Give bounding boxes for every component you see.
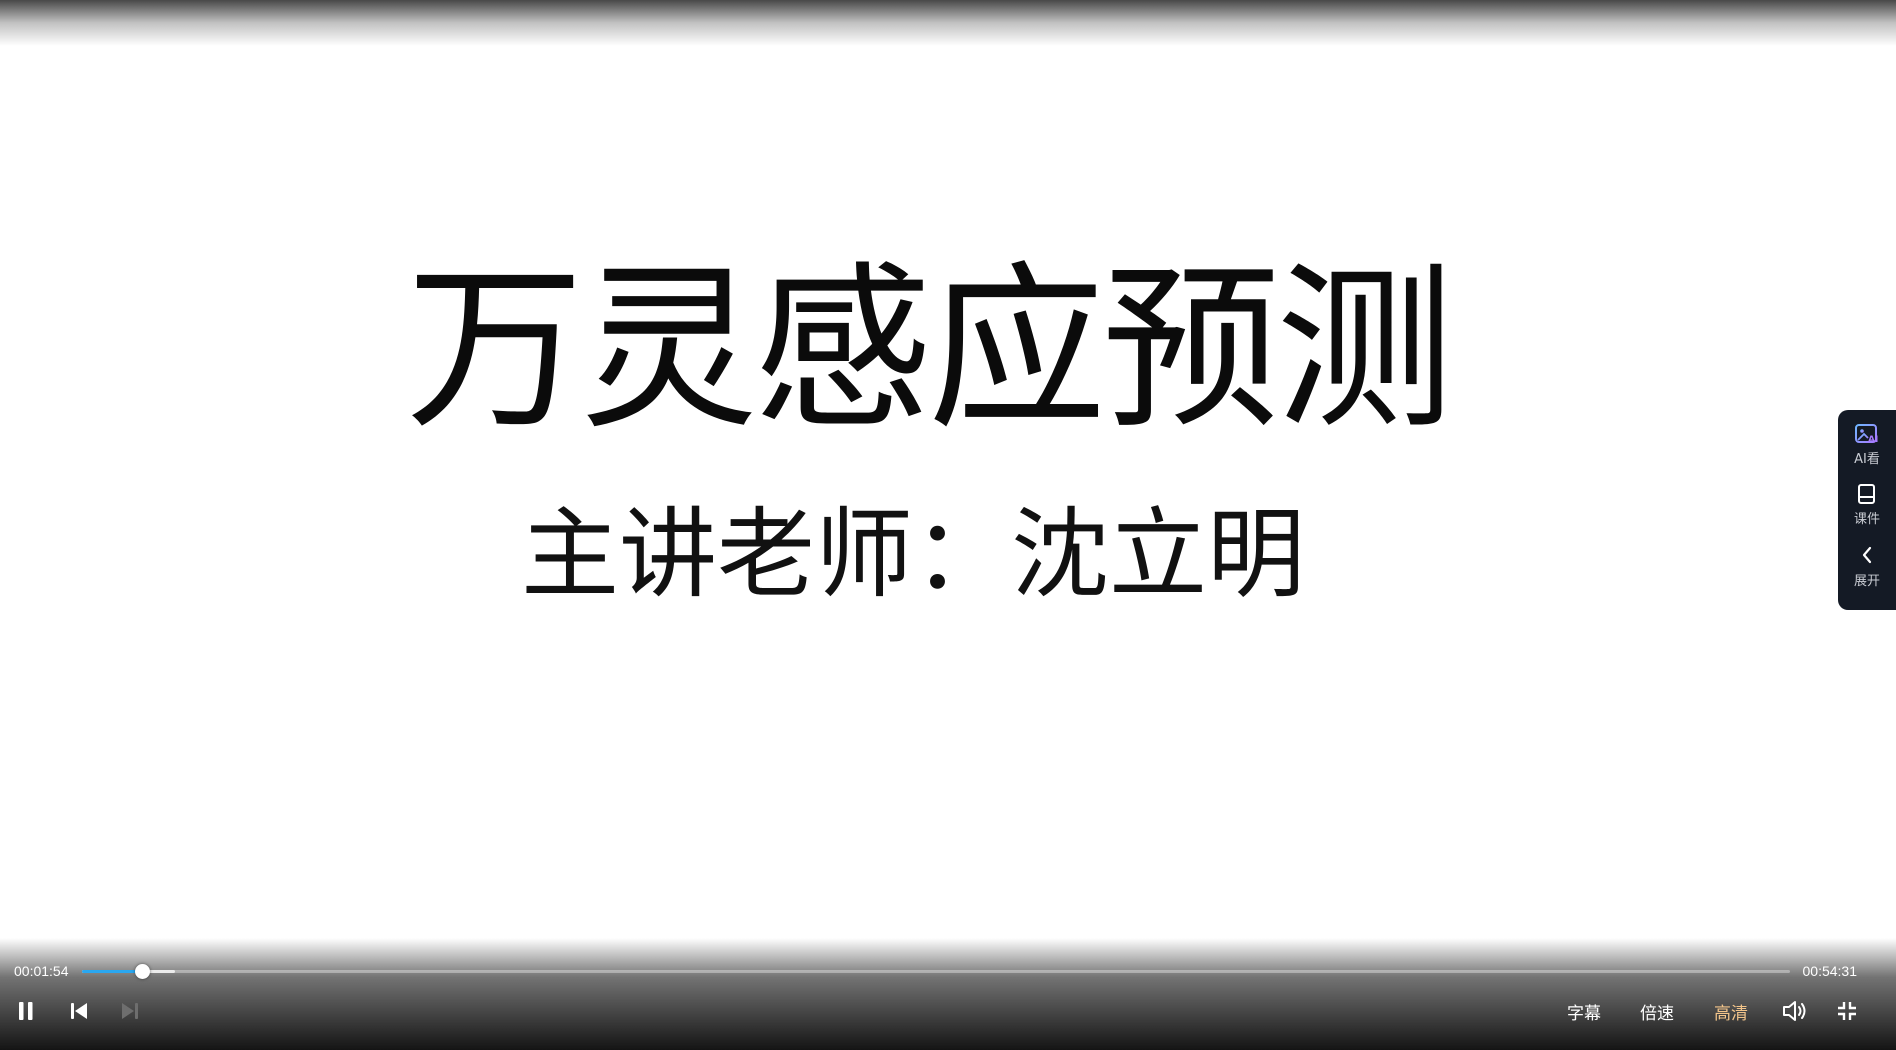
speed-button[interactable]: 倍速	[1640, 1004, 1674, 1024]
progress-thumb[interactable]	[134, 964, 150, 979]
side-panel: AI AI看 课件 展开	[1838, 410, 1896, 610]
volume-button[interactable]	[1780, 998, 1810, 1028]
progress-played	[82, 970, 142, 973]
next-icon	[118, 999, 142, 1027]
svg-text:AI: AI	[1868, 435, 1878, 445]
previous-button[interactable]	[64, 998, 94, 1028]
video-player[interactable]: 万灵感应预测 主讲老师：沈立明 AI AI看 课件 展开 00:01:54 00…	[0, 0, 1896, 1050]
progress-bar[interactable]	[82, 964, 1790, 979]
slide-title: 万灵感应预测	[406, 246, 1454, 453]
ai-watch-button[interactable]: AI AI看	[1838, 422, 1896, 468]
subtitle-button[interactable]: 字幕	[1567, 1004, 1601, 1024]
courseware-label: 课件	[1853, 512, 1880, 527]
volume-icon	[1781, 998, 1809, 1028]
chevron-left-icon	[1855, 542, 1879, 572]
exit-fullscreen-button[interactable]	[1832, 998, 1862, 1028]
total-time: 00:54:31	[1802, 963, 1858, 979]
control-bar: 00:01:54 00:54:31 字幕 倍速 高清	[0, 938, 1896, 1050]
quality-button[interactable]: 高清	[1714, 1004, 1748, 1024]
pause-button[interactable]	[11, 998, 41, 1028]
pause-icon	[15, 999, 37, 1027]
expand-label: 展开	[1853, 574, 1880, 589]
ai-image-icon: AI	[1854, 422, 1880, 450]
next-button[interactable]	[115, 998, 145, 1028]
ai-watch-label: AI看	[1854, 452, 1880, 467]
previous-icon	[67, 999, 91, 1027]
courseware-icon	[1855, 482, 1879, 510]
expand-button[interactable]: 展开	[1838, 542, 1896, 590]
slide-subtitle: 主讲老师：沈立明	[520, 498, 1305, 612]
top-gradient	[0, 0, 1896, 46]
exit-fullscreen-icon	[1835, 999, 1859, 1027]
courseware-button[interactable]: 课件	[1838, 482, 1896, 528]
video-frame: 万灵感应预测 主讲老师：沈立明	[0, 0, 1896, 1050]
current-time: 00:01:54	[14, 963, 69, 979]
